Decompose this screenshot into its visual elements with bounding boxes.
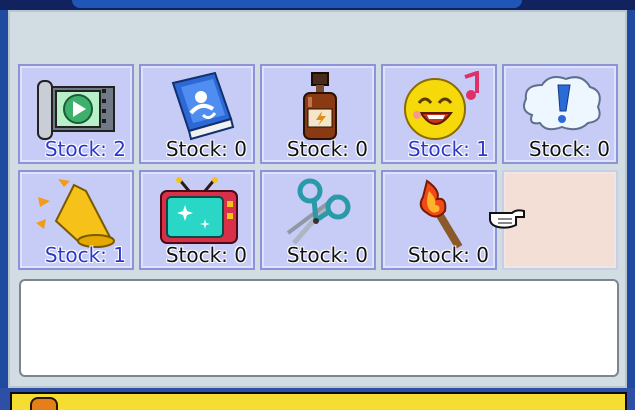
item-slot-video[interactable]: Stock: 2: [18, 64, 134, 164]
stock-count: Stock: 0: [286, 243, 368, 267]
stock-count: Stock: 1: [407, 137, 489, 161]
item-inventory-panel: Stock: 2 Stock: 0 Stock: 0 Stock: 1 Stoc…: [8, 10, 627, 388]
item-slot-alert[interactable]: Stock: 0: [502, 64, 618, 164]
potion-bottle-icon: [303, 72, 337, 140]
film-play-icon: [37, 80, 115, 140]
stock-count: Stock: 0: [165, 243, 247, 267]
megaphone-icon: [36, 179, 115, 248]
background-left: [0, 10, 8, 390]
stock-count: Stock: 0: [286, 137, 368, 161]
item-slot-scissors[interactable]: Stock: 0: [260, 170, 376, 270]
pumpkin-icon: [30, 397, 58, 410]
item-slot-tv[interactable]: Stock: 0: [139, 170, 255, 270]
item-slot-potion[interactable]: Stock: 0: [260, 64, 376, 164]
stock-count: Stock: 0: [528, 137, 610, 161]
item-description-box: [19, 279, 619, 377]
item-slot-torch[interactable]: Stock: 0: [381, 170, 497, 270]
stock-count: Stock: 2: [44, 137, 126, 161]
stock-count: Stock: 1: [44, 243, 126, 267]
stock-count: Stock: 0: [407, 243, 489, 267]
exclamation-cloud-icon: [523, 76, 601, 131]
scissors-icon: [286, 178, 351, 245]
background-right: [627, 10, 635, 390]
tv-icon: [160, 177, 238, 244]
blue-book-icon: [171, 71, 235, 141]
top-tab: [72, 0, 522, 8]
item-slot-megaphone[interactable]: Stock: 1: [18, 170, 134, 270]
singing-smiley-icon: [404, 71, 479, 140]
torch-icon: [419, 179, 463, 249]
item-slot-book[interactable]: Stock: 0: [139, 64, 255, 164]
stock-count: Stock: 0: [165, 137, 247, 161]
bottom-bar: [10, 392, 627, 410]
item-slot-happy[interactable]: Stock: 1: [381, 64, 497, 164]
pointing-hand-cursor-icon: [489, 209, 525, 229]
